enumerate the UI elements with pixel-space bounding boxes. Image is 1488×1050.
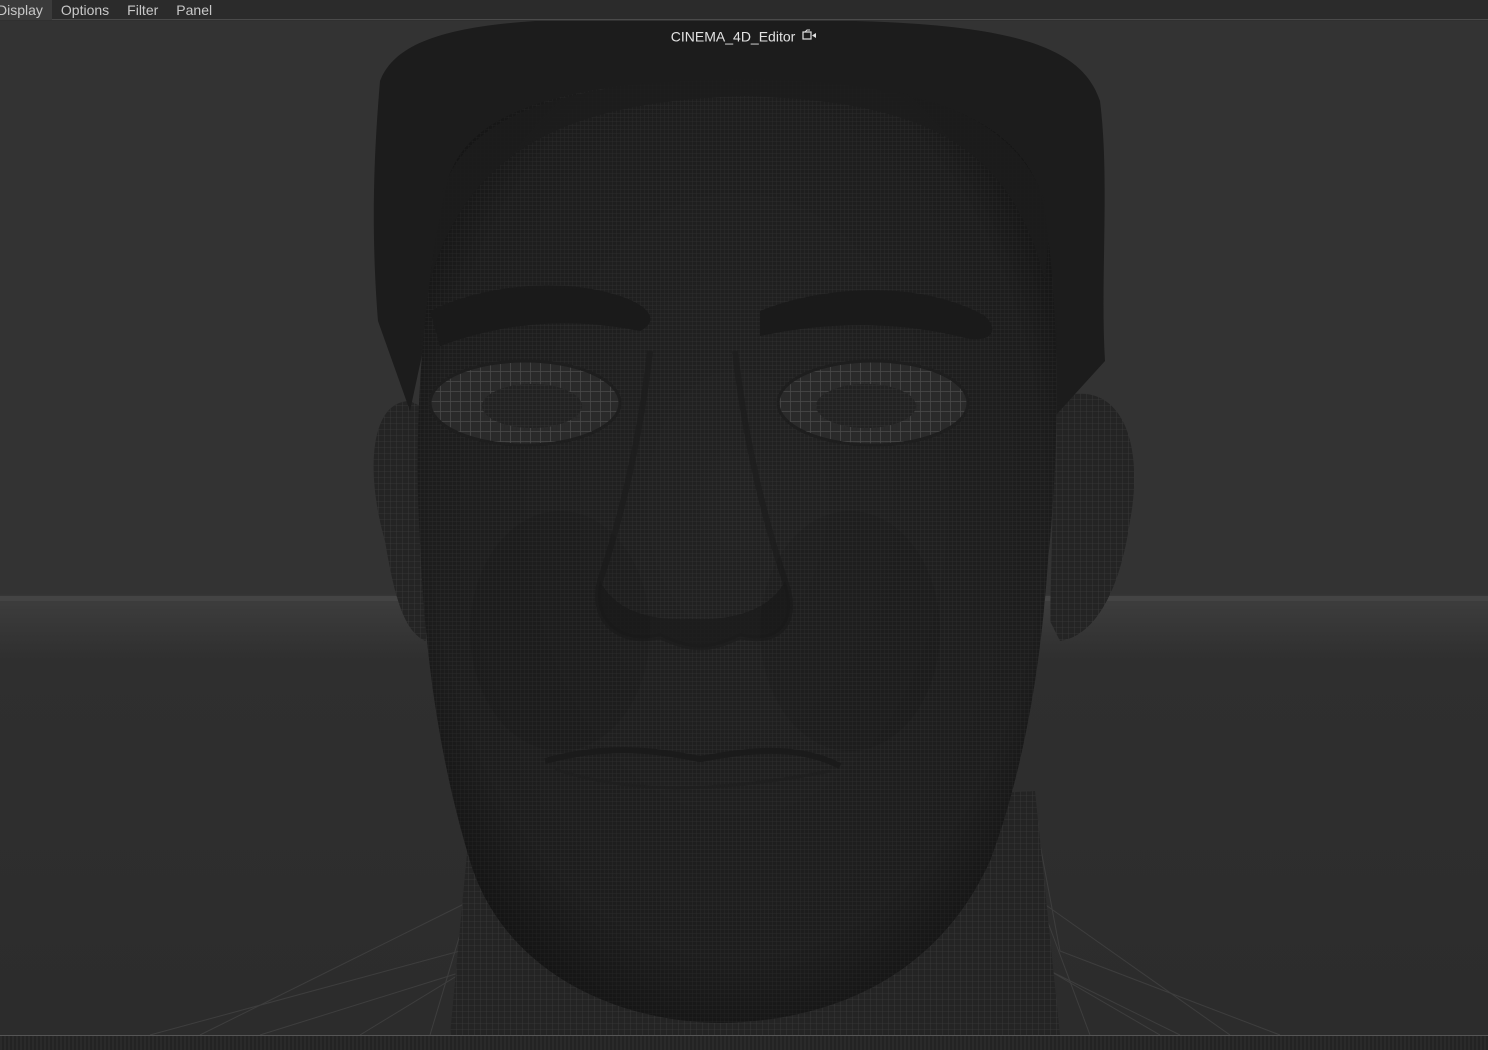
cinema4d-viewport-window: Display Options Filter Panel CINEMA_4D_E… [0,0,1488,1050]
right-ear-mesh [1050,393,1135,641]
wireframe-head-mesh [0,21,1488,1035]
menu-panel[interactable]: Panel [167,0,221,20]
menu-options[interactable]: Options [52,0,118,20]
bottom-status-strip [0,1035,1488,1050]
viewport-menu-bar: Display Options Filter Panel [0,0,1488,20]
right-eye-mesh [776,359,970,447]
camera-icon [802,29,817,40]
menu-filter[interactable]: Filter [118,0,167,20]
3d-viewport[interactable]: CINEMA_4D_Editor [0,21,1488,1035]
camera-label[interactable]: CINEMA_4D_Editor [0,26,1488,45]
left-eye-mesh [428,359,622,447]
camera-name: CINEMA_4D_Editor [670,28,796,45]
menu-display[interactable]: Display [0,0,52,20]
